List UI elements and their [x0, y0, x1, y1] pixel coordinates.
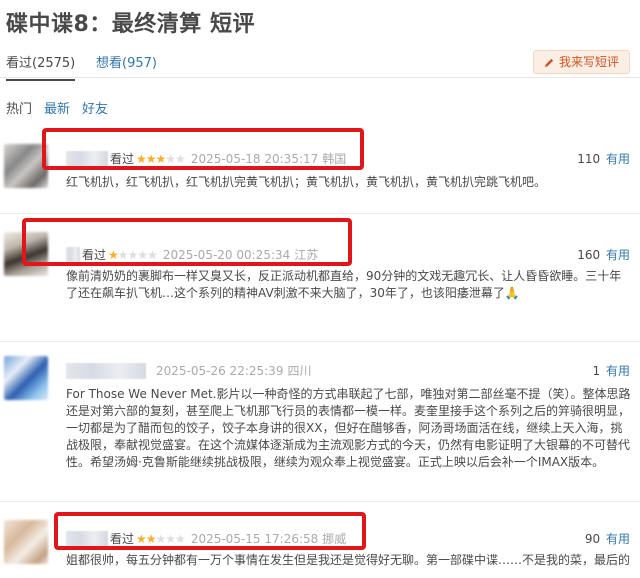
review-text: 姐都很帅，每五分钟都有一万个事情在发生但是我还是觉得好无聊。第一部碟中谍……不是… — [66, 553, 631, 567]
useful-count: 160 — [577, 248, 601, 262]
useful-label[interactable]: 有用 — [606, 364, 630, 378]
sort-latest[interactable]: 最新 — [44, 98, 70, 117]
highlight-box — [54, 512, 366, 550]
useful-label[interactable]: 有用 — [606, 152, 630, 166]
useful-vote[interactable]: 90 有用 — [585, 530, 630, 547]
page-title: 碟中谍8：最终清算 短评 — [6, 12, 255, 37]
avatar[interactable] — [4, 520, 48, 564]
useful-count: 90 — [584, 532, 601, 546]
tab-bar: 看过(2575) 想看(957) 我来写短评 — [0, 44, 640, 81]
avatar[interactable] — [4, 356, 48, 400]
review-item: 2025-05-26 22:25:39 四川 1 有用 For Those We… — [0, 342, 640, 502]
pencil-icon — [544, 58, 554, 67]
highlight-box — [22, 218, 352, 266]
useful-label[interactable]: 有用 — [606, 532, 630, 546]
tab-want-to-watch[interactable]: 想看(957) — [96, 52, 157, 71]
useful-label[interactable]: 有用 — [606, 248, 630, 262]
review-location: 四川 — [287, 364, 312, 378]
sort-friends[interactable]: 好友 — [82, 98, 108, 117]
write-review-label: 我来写短评 — [558, 55, 619, 69]
review-meta: 2025-05-26 22:25:39 四川 — [66, 362, 311, 379]
useful-vote[interactable]: 160 有用 — [577, 246, 630, 263]
highlight-box — [42, 128, 364, 170]
sort-options: 热门 最新 好友 — [6, 98, 108, 117]
write-review-button[interactable]: 我来写短评 — [532, 50, 630, 74]
useful-vote[interactable]: 110 有用 — [577, 150, 630, 167]
review-text: 像前清奶奶的裹脚布一样又臭又长，反正派动机都直给，90分钟的文戏无趣冗长、让人昏… — [66, 269, 622, 300]
review-text: 红飞机扒，红飞机扒，红飞机扒完黄飞机扒；黄飞机扒，黄飞机扒，黄飞机扒完跳飞机吧。 — [66, 175, 547, 189]
username-redacted[interactable] — [66, 362, 146, 379]
tab-watched[interactable]: 看过(2575) — [6, 52, 76, 81]
review-time: 2025-05-26 22:25:39 — [156, 363, 284, 378]
sort-hot[interactable]: 热门 — [6, 98, 32, 117]
useful-count: 110 — [577, 152, 601, 166]
useful-count: 1 — [592, 364, 601, 378]
useful-vote[interactable]: 1 有用 — [593, 362, 630, 379]
review-text: For Those We Never Met.影片以一种奇怪的方式串联起了七部，… — [66, 387, 631, 469]
